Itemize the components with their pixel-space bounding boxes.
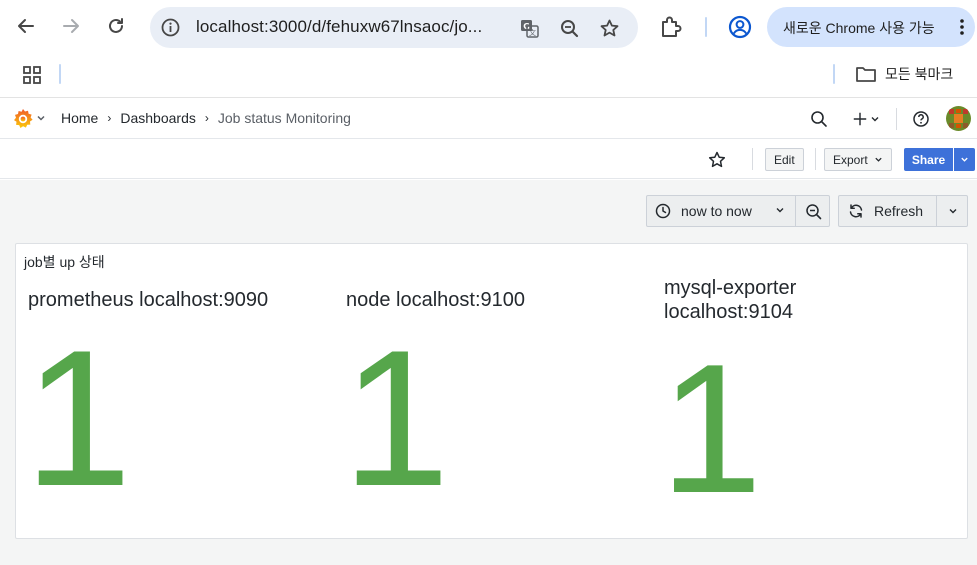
reload-button[interactable]: [100, 10, 132, 42]
breadcrumb: Home › Dashboards › Job status Monitorin…: [61, 110, 351, 126]
stat-panel[interactable]: job별 up 상태 prometheus localhost:9090 1 n…: [15, 243, 968, 539]
zoom-button[interactable]: [557, 16, 581, 40]
forward-button[interactable]: [55, 10, 87, 42]
avatar[interactable]: [946, 106, 971, 131]
toolbar-divider: [752, 148, 753, 170]
site-info-icon[interactable]: [160, 17, 181, 38]
bookmarks-divider: [59, 64, 61, 84]
arrow-left-icon: [18, 19, 34, 33]
reload-icon: [109, 18, 123, 33]
refresh-picker: Refresh: [838, 195, 968, 227]
help-button[interactable]: [911, 108, 931, 130]
chevron-right-icon: ›: [107, 111, 112, 125]
stat-value: 1: [24, 310, 132, 527]
extensions-icon[interactable]: [658, 14, 684, 40]
search-icon: [811, 111, 827, 127]
time-range-label: now to now: [681, 203, 752, 219]
bookmarks-divider-right: [833, 64, 835, 84]
time-range-button[interactable]: now to now: [647, 196, 795, 226]
share-button-label: Share: [911, 152, 946, 167]
sync-icon: [849, 204, 863, 218]
all-bookmarks-button[interactable]: 모든 북마크: [855, 63, 953, 85]
address-bar[interactable]: localhost:3000/d/fehuxw67lnsaoc/jo... G文: [150, 7, 638, 48]
more-vert-icon[interactable]: [959, 17, 965, 37]
stat-item-mysql-exporter: mysql-exporter localhost:9104 1: [660, 276, 797, 520]
star-icon[interactable]: [707, 150, 727, 170]
edit-button[interactable]: Edit: [765, 148, 804, 171]
refresh-interval-dropdown[interactable]: [936, 196, 968, 226]
chevron-down-icon: [871, 117, 879, 122]
share-dropdown-button[interactable]: [954, 148, 975, 171]
help-icon: [913, 111, 929, 127]
bookmarks-bar: 모든 북마크: [0, 55, 977, 98]
dashboard-canvas: now to now Refresh job별 up 상태 prometheus…: [0, 180, 977, 565]
chevron-down-icon[interactable]: [36, 113, 46, 123]
new-menu-button[interactable]: [850, 108, 882, 130]
stat-label: node localhost:9100: [346, 289, 526, 311]
svg-text:文: 文: [529, 28, 536, 37]
stat-item-prometheus: prometheus localhost:9090 1: [24, 288, 269, 516]
chrome-update-button[interactable]: 새로운 Chrome 사용 가능: [767, 7, 975, 47]
toolbar-divider: [705, 17, 707, 37]
grafana-top-nav: Home › Dashboards › Job status Monitorin…: [0, 99, 977, 139]
zoom-out-icon: [805, 203, 821, 219]
search-button[interactable]: [809, 108, 829, 130]
url-text[interactable]: localhost:3000/d/fehuxw67lnsaoc/jo...: [196, 17, 482, 37]
clock-icon: [655, 203, 671, 219]
chevron-down-icon: [949, 209, 956, 214]
export-button[interactable]: Export: [824, 148, 892, 171]
breadcrumb-dashboards[interactable]: Dashboards: [120, 110, 196, 126]
chevron-right-icon: ›: [204, 111, 209, 125]
nav-divider: [896, 108, 897, 130]
chevron-down-icon: [875, 157, 882, 162]
stat-item-node: node localhost:9100 1: [342, 288, 526, 516]
browser-toolbar: localhost:3000/d/fehuxw67lnsaoc/jo... G文…: [0, 0, 977, 55]
chevron-down-icon: [961, 157, 968, 162]
star-icon: [600, 19, 618, 36]
translate-button[interactable]: G文: [517, 16, 541, 40]
breadcrumb-current: Job status Monitoring: [217, 110, 351, 126]
dashboard-toolbar: Edit Export Share: [0, 140, 977, 179]
bookmark-star-button[interactable]: [597, 16, 621, 40]
stat-value: 1: [660, 325, 763, 531]
grafana-logo-icon[interactable]: [11, 107, 35, 131]
zoom-out-time-button[interactable]: [795, 196, 830, 226]
chrome-update-label: 새로운 Chrome 사용 가능: [783, 20, 935, 36]
profile-icon[interactable]: [727, 14, 753, 40]
folder-icon: [856, 67, 876, 82]
refresh-button[interactable]: Refresh: [839, 196, 936, 226]
stat-label: localhost:9104: [664, 301, 793, 323]
refresh-label: Refresh: [874, 203, 924, 219]
back-button[interactable]: [10, 10, 42, 42]
apps-grid-icon[interactable]: [22, 65, 42, 85]
stat-label: prometheus localhost:9090: [28, 289, 269, 311]
stat-value: 1: [342, 310, 450, 527]
time-range-picker: now to now: [646, 195, 830, 227]
plus-icon: [853, 112, 867, 126]
chevron-down-icon: [776, 208, 784, 213]
panel-title[interactable]: job별 up 상태: [24, 252, 105, 272]
zoom-out-icon: [560, 19, 578, 37]
toolbar-divider: [815, 148, 816, 170]
export-button-label: Export: [833, 152, 868, 167]
share-button[interactable]: Share: [904, 148, 953, 171]
all-bookmarks-label: 모든 북마크: [885, 66, 954, 82]
stat-label: mysql-exporter: [664, 277, 797, 299]
arrow-right-icon: [63, 19, 79, 33]
edit-button-label: Edit: [774, 152, 795, 167]
breadcrumb-home[interactable]: Home: [61, 110, 98, 126]
translate-icon: G文: [520, 19, 539, 38]
